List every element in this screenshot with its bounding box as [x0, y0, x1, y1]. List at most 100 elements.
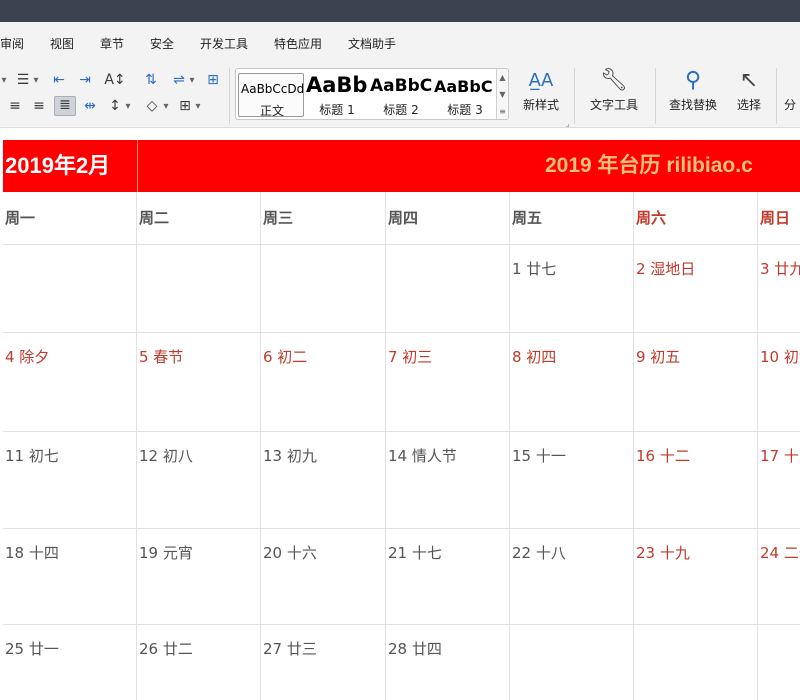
calendar-day: 9 初五	[636, 348, 681, 366]
calendar-day: 1 廿七	[512, 260, 557, 278]
tool-label: 文字工具	[589, 98, 638, 112]
calendar-day: 7 初三	[388, 348, 433, 366]
dropdown-arrow-icon[interactable]: ▾	[124, 99, 132, 115]
title-bar	[0, 0, 800, 22]
distribute-icon[interactable]: ⇹	[80, 98, 100, 114]
grid-line	[3, 624, 800, 625]
style-gallery: AaBbCcDd 正文 AaBb 标题 1 AaBbC 标题 2 AaBbC 标…	[235, 68, 509, 120]
calendar-day: 6 初二	[263, 348, 308, 366]
calendar-day: 24 二十	[760, 544, 800, 562]
style-heading-3[interactable]: AaBbC 标题 3	[432, 73, 498, 117]
style-heading-1[interactable]: AaBb 标题 1	[304, 73, 370, 117]
style-normal[interactable]: AaBbCcDd 正文	[238, 73, 304, 117]
text-direction-icon[interactable]: A↕	[104, 72, 126, 88]
style-preview: AaBbC	[434, 77, 493, 96]
grid-line	[3, 528, 800, 529]
style-gallery-scroll[interactable]: ▲ ▼ ≡	[496, 69, 508, 119]
dialog-launcher-icon[interactable]: ⌟	[566, 119, 570, 128]
month-title: 2019年2月	[5, 153, 111, 178]
ribbon-divider	[655, 68, 656, 124]
scroll-down-icon[interactable]: ▼	[497, 86, 508, 103]
tool-label: 新样式	[522, 98, 559, 112]
grid-line	[385, 192, 386, 700]
weekday-header: 周三	[263, 209, 294, 227]
align-center-icon[interactable]: ≡	[6, 98, 24, 114]
tool-label: 查找替换	[668, 98, 717, 112]
ribbon-divider	[776, 68, 777, 124]
calendar-day: 5 春节	[139, 348, 184, 366]
pointer-icon: ↖	[739, 68, 759, 93]
header-divider	[137, 140, 138, 192]
sort-icon[interactable]: ⇅	[142, 72, 160, 88]
ribbon-divider	[229, 68, 230, 124]
scroll-up-icon[interactable]: ▲	[497, 69, 508, 86]
grid-line	[757, 192, 758, 700]
new-style-button[interactable]: A̲A 新样式	[512, 66, 570, 113]
calendar-day: 18 十四	[5, 544, 59, 562]
numbered-list-icon[interactable]: ☰	[14, 72, 32, 88]
select-button[interactable]: ↖ 选择	[728, 66, 770, 113]
magnifier-icon: ⚲	[684, 68, 702, 93]
calendar-day: 25 廿一	[5, 640, 59, 658]
table-grid-icon[interactable]: ⊞	[204, 72, 222, 88]
grid-line	[260, 192, 261, 700]
line-spacing-icon[interactable]: ↕	[106, 98, 124, 114]
text-tools-button[interactable]: 🔧︎ 文字工具	[582, 66, 646, 113]
dropdown-arrow-icon[interactable]: ▾	[194, 99, 202, 115]
calendar-header: 2019年2月 2019 年台历 rilibiao.c	[3, 140, 800, 192]
border-icon[interactable]: ⊞	[176, 98, 194, 114]
decrease-indent-icon[interactable]: ⇤	[50, 72, 68, 88]
calendar-day: 21 十七	[388, 544, 442, 562]
dropdown-arrow-icon[interactable]: ▾	[32, 73, 40, 89]
grid-line	[3, 431, 800, 432]
tool-label: 选择	[736, 98, 761, 112]
grid-line	[633, 192, 634, 700]
tool-label: 分	[784, 98, 797, 112]
style-preview: AaBbCcDd	[241, 82, 304, 96]
calendar-day: 2 湿地日	[636, 260, 696, 278]
calendar-day: 26 廿二	[139, 640, 193, 658]
style-label: 标题 2	[383, 103, 419, 117]
year-title: 2019 年台历 rilibiao.c	[545, 154, 753, 177]
calendar-day: 23 十九	[636, 544, 690, 562]
increase-indent-icon[interactable]: ⇥	[76, 72, 94, 88]
calendar-day: 20 十六	[263, 544, 317, 562]
weekday-header: 周二	[139, 209, 170, 227]
calendar-day: 10 初六	[760, 348, 800, 366]
menu-view[interactable]: 视图	[50, 35, 74, 52]
calendar-day: 15 十一	[512, 447, 566, 465]
style-heading-2[interactable]: AaBbC 标题 2	[368, 73, 434, 117]
menu-special-apps[interactable]: 特色应用	[274, 35, 322, 52]
menu-review[interactable]: 审阅	[0, 35, 24, 52]
style-preview: AaBb	[306, 73, 368, 97]
expand-more-icon[interactable]: ≡	[497, 103, 508, 119]
menu-doc-assistant[interactable]: 文档助手	[348, 35, 396, 52]
dropdown-arrow-icon[interactable]: ▾	[162, 99, 170, 115]
dropdown-arrow-icon[interactable]: ▾	[0, 73, 8, 89]
dropdown-arrow-icon[interactable]: ▾	[188, 73, 196, 89]
calendar-table: 2019年2月 2019 年台历 rilibiao.c 周一 周二 周三 周四 周五 周六…	[3, 140, 800, 700]
menu-chapter[interactable]: 章节	[100, 35, 124, 52]
style-preview: AaBbC	[370, 76, 433, 96]
shading-icon[interactable]: ◇	[142, 98, 162, 114]
justify-icon[interactable]: ≣	[54, 96, 76, 116]
weekday-header: 周六	[636, 209, 667, 227]
menu-developer-tools[interactable]: 开发工具	[200, 35, 248, 52]
grid-line	[3, 244, 800, 245]
align-right-icon[interactable]: ≡	[30, 98, 48, 114]
calendar-day: 28 廿四	[388, 640, 442, 658]
style-label: 正文	[259, 104, 284, 117]
grid-line	[136, 192, 137, 700]
split-button[interactable]: 分	[784, 66, 800, 113]
menu-bar: 审阅 视图 章节 安全 开发工具 特色应用 文档助手	[0, 22, 800, 62]
calendar-day: 12 初八	[139, 447, 193, 465]
menu-security[interactable]: 安全	[150, 35, 174, 52]
style-label: 标题 3	[447, 103, 483, 117]
calendar-day: 4 除夕	[5, 348, 50, 366]
calendar-day: 14 情人节	[388, 447, 457, 465]
calendar-day: 13 初九	[263, 447, 317, 465]
wrench-icon: 🔧︎	[600, 68, 628, 93]
line-break-icon[interactable]: ⇌	[170, 72, 188, 88]
calendar-day: 11 初七	[5, 447, 59, 465]
find-replace-button[interactable]: ⚲ 查找替换	[662, 66, 724, 113]
